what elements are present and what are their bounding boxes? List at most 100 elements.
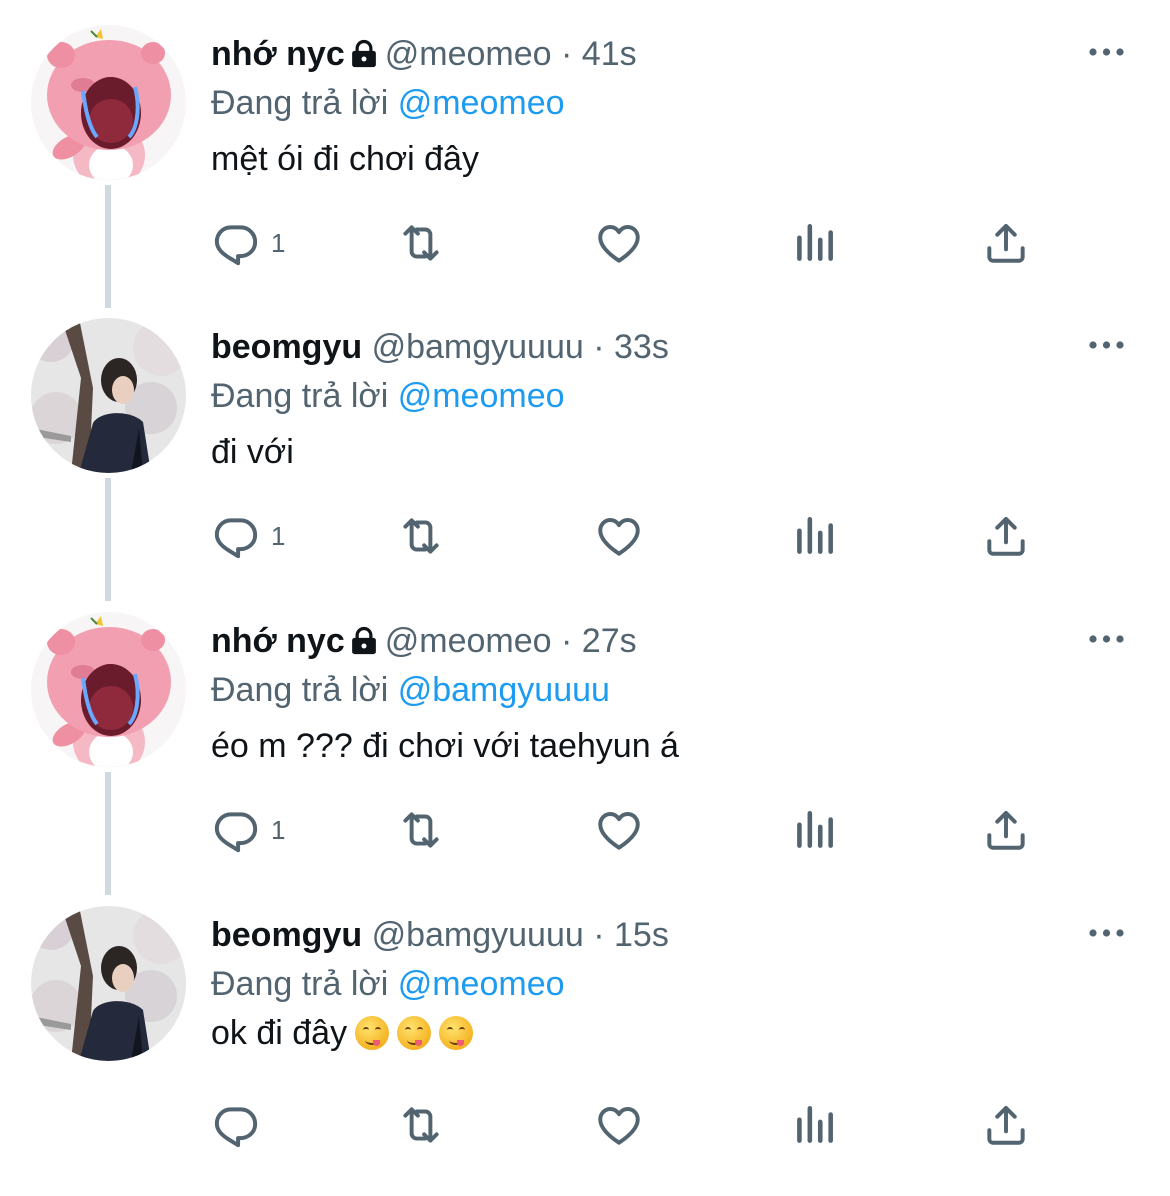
reply-button[interactable]: 1	[211, 805, 285, 855]
display-name[interactable]: beomgyu	[211, 916, 362, 954]
emoji-tongue	[415, 1040, 423, 1046]
user-handle: @bamgyuuuu	[371, 916, 584, 954]
more-button[interactable]	[1088, 45, 1128, 63]
like-button[interactable]	[594, 1100, 644, 1150]
emoji-tongue	[457, 1040, 465, 1046]
reply-icon	[211, 1100, 261, 1150]
action-bar	[211, 1100, 1041, 1150]
replying-mention-link[interactable]: @meomeo	[398, 377, 565, 415]
retweet-icon	[396, 511, 446, 561]
like-icon	[594, 511, 644, 561]
avatar-image	[31, 906, 186, 1061]
separator-dot: ·	[593, 916, 605, 954]
more-button[interactable]	[1088, 926, 1128, 944]
yum-face-emoji	[439, 1016, 474, 1050]
avatar-image	[31, 612, 186, 767]
views-button[interactable]	[789, 1100, 839, 1150]
lock-icon	[349, 38, 379, 78]
views-icon	[789, 511, 839, 561]
share-button[interactable]	[981, 218, 1031, 268]
tweet-text-content: mệt ói đi chơi đây	[211, 140, 479, 178]
tweet: nhớ nyc @meomeo · 27s Đang trả lời @bamgyu…	[0, 612, 1170, 902]
display-name[interactable]: nhớ nyc	[211, 622, 345, 660]
avatar-image	[31, 318, 186, 473]
retweet-icon	[396, 805, 446, 855]
avatar[interactable]	[31, 25, 186, 180]
replying-prefix: Đang trả lời	[211, 377, 389, 415]
replying-prefix: Đang trả lời	[211, 84, 389, 122]
reply-count: 1	[271, 520, 286, 551]
like-button[interactable]	[594, 805, 644, 855]
tweet-header: beomgyu @bamgyuuuu · 33s	[211, 327, 669, 367]
tweet-text-content: ok đi đây	[211, 1014, 348, 1052]
share-button[interactable]	[981, 511, 1031, 561]
replying-mention-link[interactable]: @meomeo	[398, 965, 565, 1003]
timestamp: 27s	[581, 622, 637, 660]
share-icon	[981, 511, 1031, 561]
avatar[interactable]	[31, 318, 186, 473]
replying-mention-link[interactable]: @bamgyuuuu	[398, 671, 610, 709]
thread-line	[105, 478, 111, 601]
tweet-text: mệt ói đi chơi đây	[211, 137, 479, 181]
tweet: beomgyu @bamgyuuuu · 33s Đang trả lời @me…	[0, 318, 1170, 608]
avatar[interactable]	[31, 612, 186, 767]
retweet-button[interactable]	[396, 218, 446, 268]
tweet-text-content: éo m ??? đi chơi với taehyun á	[211, 727, 679, 765]
more-icon	[1088, 927, 1128, 939]
timestamp: 33s	[614, 328, 669, 366]
reply-icon	[211, 218, 261, 268]
views-button[interactable]	[789, 805, 839, 855]
tweet-header: nhớ nyc @meomeo · 27s	[211, 621, 637, 665]
views-button[interactable]	[789, 218, 839, 268]
retweet-button[interactable]	[396, 1100, 446, 1150]
retweet-button[interactable]	[396, 805, 446, 855]
more-button[interactable]	[1088, 338, 1128, 356]
separator-dot: ·	[593, 328, 605, 366]
tweet-text: đi với	[211, 430, 294, 474]
yum-face-emoji	[397, 1016, 432, 1050]
emoji-tongue	[373, 1040, 381, 1046]
reply-button[interactable]: 1	[211, 218, 285, 268]
like-button[interactable]	[594, 511, 644, 561]
views-button[interactable]	[789, 511, 839, 561]
replying-to: Đang trả lời @meomeo	[211, 964, 565, 1004]
more-button[interactable]	[1088, 632, 1128, 650]
views-icon	[789, 218, 839, 268]
lock-icon-glyph	[349, 39, 379, 69]
thread-line	[105, 185, 111, 308]
yum-face-emoji	[355, 1016, 390, 1050]
action-bar: 1	[211, 805, 1041, 855]
tweet: beomgyu @bamgyuuuu · 15s Đang trả lời @me…	[0, 906, 1170, 1196]
retweet-icon	[396, 1100, 446, 1150]
share-button[interactable]	[981, 805, 1031, 855]
retweet-button[interactable]	[396, 511, 446, 561]
replying-to: Đang trả lời @bamgyuuuu	[211, 670, 610, 710]
display-name[interactable]: beomgyu	[211, 328, 362, 366]
reply-count: 1	[271, 814, 286, 845]
views-icon	[789, 805, 839, 855]
reply-button[interactable]	[211, 1100, 261, 1150]
share-button[interactable]	[981, 1100, 1031, 1150]
lock-icon	[349, 625, 379, 665]
avatar-image	[31, 25, 186, 180]
like-icon	[594, 1100, 644, 1150]
like-button[interactable]	[594, 218, 644, 268]
replying-to: Đang trả lời @meomeo	[211, 376, 565, 416]
action-bar: 1	[211, 511, 1041, 561]
avatar[interactable]	[31, 906, 186, 1061]
user-handle: @bamgyuuuu	[371, 328, 584, 366]
reply-count: 1	[271, 227, 286, 258]
user-handle: @meomeo	[384, 35, 552, 73]
display-name[interactable]: nhớ nyc	[211, 35, 345, 73]
replying-prefix: Đang trả lời	[211, 965, 389, 1003]
replying-mention-link[interactable]: @meomeo	[398, 84, 565, 122]
reply-button[interactable]: 1	[211, 511, 285, 561]
replying-to: Đang trả lời @meomeo	[211, 83, 565, 123]
timestamp: 41s	[581, 35, 637, 73]
like-icon	[594, 218, 644, 268]
share-icon	[981, 218, 1031, 268]
separator-dot: ·	[561, 622, 573, 660]
more-icon	[1088, 46, 1128, 58]
replying-prefix: Đang trả lời	[211, 671, 389, 709]
reply-icon	[211, 805, 261, 855]
